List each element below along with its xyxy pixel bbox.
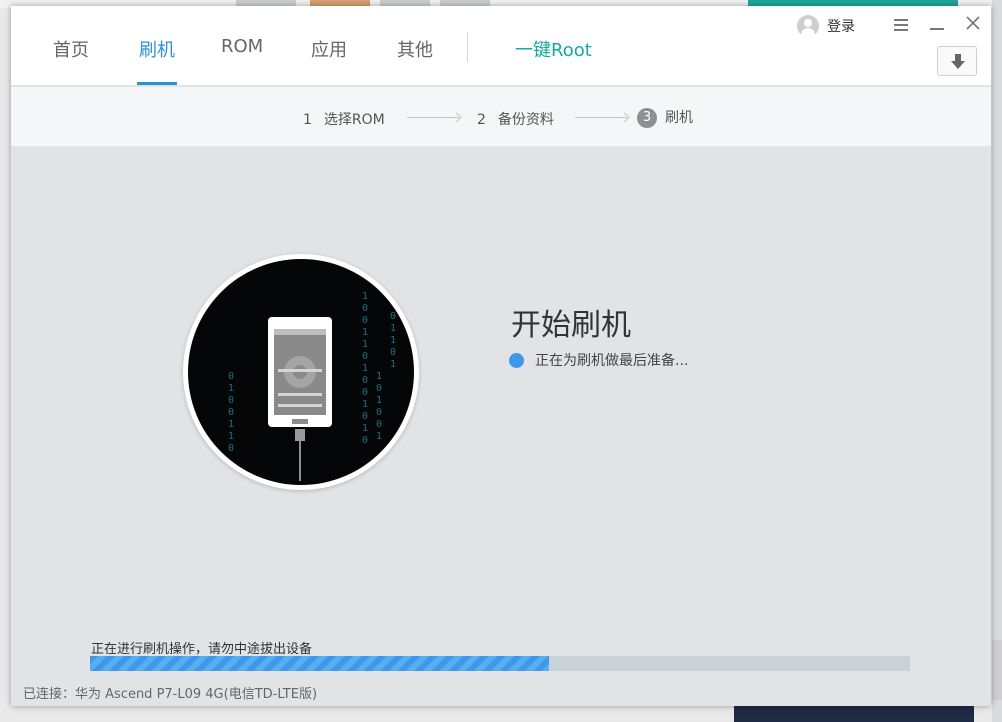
svg-text:1: 1 (228, 419, 234, 430)
svg-text:1: 1 (376, 431, 382, 442)
svg-text:1: 1 (362, 339, 368, 350)
main-content: 010 011 0 100 110 100 101 0 101 001 011 … (11, 148, 991, 706)
svg-text:1: 1 (362, 291, 368, 302)
svg-text:0: 0 (390, 311, 396, 322)
svg-text:0: 0 (362, 387, 368, 398)
svg-text:1: 1 (362, 327, 368, 338)
flash-status: 正在为刷机做最后准备... (509, 350, 688, 370)
status-text: 正在为刷机做最后准备... (535, 353, 689, 369)
svg-text:1: 1 (390, 335, 396, 346)
svg-text:0: 0 (362, 351, 368, 362)
svg-text:1: 1 (390, 359, 396, 370)
step-number: 2 (477, 112, 486, 128)
svg-text:1: 1 (362, 363, 368, 374)
tab-rom[interactable]: ROM (221, 36, 263, 57)
tab-divider (467, 32, 468, 62)
step-label: 选择ROM (323, 112, 385, 128)
svg-text:0: 0 (390, 347, 396, 358)
svg-text:1: 1 (362, 423, 368, 434)
page-title: 开始刷机 (511, 308, 631, 343)
step-label: 刷机 (665, 110, 693, 126)
step-1: 1 选择ROM (303, 109, 385, 129)
tab-one-click-root[interactable]: 一键Root (515, 36, 592, 62)
top-nav-bar: 首页 刷机 ROM 应用 其他 一键Root 登录 (11, 6, 991, 86)
login-button[interactable]: 登录 (797, 14, 855, 38)
svg-text:0: 0 (362, 303, 368, 314)
svg-text:0: 0 (362, 315, 368, 326)
progress-label: 正在进行刷机操作，请勿中途拔出设备 (91, 642, 313, 657)
download-button[interactable] (937, 46, 977, 76)
step-2: 2 备份资料 (477, 109, 554, 129)
tab-flash[interactable]: 刷机 (139, 36, 175, 62)
user-avatar-icon (797, 15, 819, 37)
background-scroll-arrows (992, 640, 1002, 700)
step-number: 1 (303, 112, 312, 128)
tab-other[interactable]: 其他 (397, 36, 433, 62)
svg-text:1: 1 (376, 371, 382, 382)
step-number-active: 3 (637, 108, 657, 128)
tab-home[interactable]: 首页 (53, 36, 89, 62)
minimize-icon[interactable] (927, 14, 947, 34)
background-bottom-banner (734, 706, 974, 722)
step-arrow-icon (575, 117, 627, 118)
svg-text:0: 0 (228, 443, 234, 454)
svg-text:0: 0 (362, 435, 368, 446)
status-dot-icon (509, 352, 524, 368)
svg-text:0: 0 (228, 395, 234, 406)
svg-text:1: 1 (228, 383, 234, 394)
connection-status: 已连接：华为 Ascend P7-L09 4G(电信TD-LTE版) (23, 687, 318, 702)
download-icon (951, 54, 965, 69)
background-right-panel (992, 0, 1002, 722)
progress-fill (90, 656, 550, 671)
svg-text:0: 0 (228, 371, 234, 382)
svg-text:1: 1 (362, 399, 368, 410)
svg-text:1: 1 (228, 431, 234, 442)
svg-text:0: 0 (362, 375, 368, 386)
svg-text:0: 0 (376, 407, 382, 418)
active-tab-indicator (137, 82, 177, 85)
close-icon[interactable] (963, 15, 983, 35)
svg-text:0: 0 (376, 419, 382, 430)
steps-bar: 1 选择ROM 2 备份资料 3 刷机 (11, 87, 991, 147)
flash-tool-window: 首页 刷机 ROM 应用 其他 一键Root 登录 1 选择ROM 2 备份资料… (11, 6, 991, 706)
menu-icon[interactable] (891, 16, 911, 36)
svg-text:0: 0 (362, 411, 368, 422)
svg-text:1: 1 (390, 323, 396, 334)
svg-text:1: 1 (376, 395, 382, 406)
step-arrow-icon (407, 117, 459, 118)
tab-apps[interactable]: 应用 (311, 36, 347, 62)
svg-text:0: 0 (376, 383, 382, 394)
step-3: 3 刷机 (637, 107, 693, 128)
phone-flash-illustration: 010 011 0 100 110 100 101 0 101 001 011 … (183, 254, 419, 490)
step-label: 备份资料 (497, 112, 554, 128)
login-label: 登录 (827, 19, 855, 35)
svg-text:0: 0 (228, 407, 234, 418)
flash-progress-bar (90, 656, 910, 671)
